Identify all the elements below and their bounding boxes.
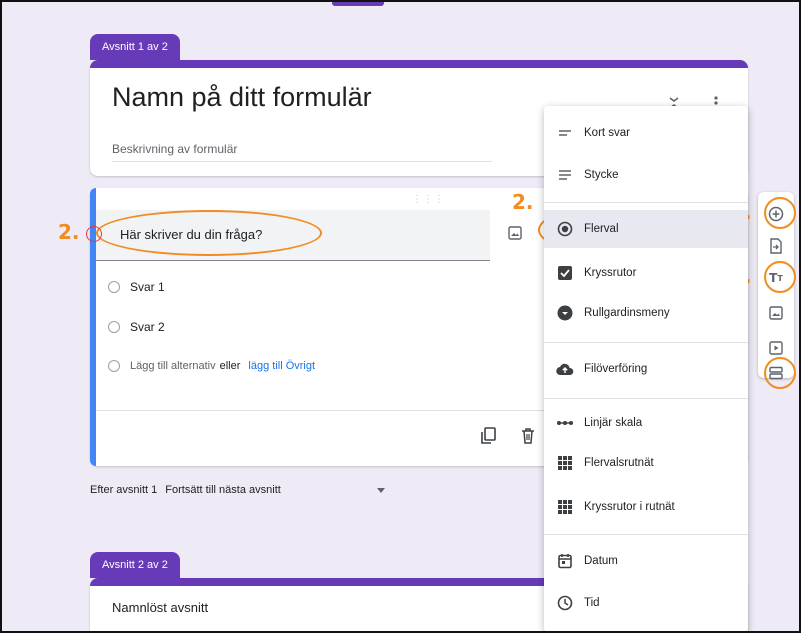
menu-divider <box>544 398 748 399</box>
delete-icon[interactable] <box>518 426 538 446</box>
description-underline <box>112 161 492 162</box>
menu-item-paragraph[interactable]: Stycke <box>544 156 748 194</box>
form-description[interactable]: Beskrivning av formulär <box>112 142 237 156</box>
menu-item-checkboxes[interactable]: Kryssrutor <box>544 254 748 292</box>
menu-divider <box>544 342 748 343</box>
annotation-number: 2. <box>58 220 80 244</box>
menu-item-label: Stycke <box>584 169 619 181</box>
menu-item-dropdown[interactable]: Rullgardinsmeny <box>544 294 748 332</box>
or-text: eller <box>219 360 241 372</box>
add-image-icon[interactable] <box>767 304 785 322</box>
cloud-upload-icon <box>556 360 574 378</box>
menu-item-label: Flerval <box>584 223 619 235</box>
menu-item-label: Datum <box>584 555 618 567</box>
menu-item-label: Kort svar <box>584 127 631 139</box>
section2-title[interactable]: Namnlöst avsnitt <box>112 600 208 615</box>
section-tab: Avsnitt 2 av 2 <box>90 552 180 578</box>
add-option-link[interactable]: Lägg till alternativ <box>130 360 216 372</box>
form-title[interactable]: Namn på ditt formulär <box>112 82 372 113</box>
radio-icon <box>108 321 120 333</box>
short-text-icon <box>556 124 574 142</box>
menu-item-short-answer[interactable]: Kort svar <box>544 114 748 152</box>
menu-divider <box>544 534 748 535</box>
menu-item-time[interactable]: Tid <box>544 584 748 622</box>
menu-item-label: Kryssrutor <box>584 267 637 279</box>
import-questions-icon[interactable] <box>767 237 785 255</box>
add-option-row: Lägg till alternativ eller lägg till Övr… <box>108 360 315 372</box>
menu-item-linear-scale[interactable]: Linjär skala <box>544 404 748 442</box>
dropdown-icon <box>556 304 574 322</box>
menu-item-label: Kryssrutor i rutnät <box>584 501 675 513</box>
header-accent-bar <box>90 60 748 68</box>
linear-scale-icon <box>556 414 574 432</box>
annotation-number: 2. <box>512 190 534 214</box>
radio-button-icon <box>556 220 574 238</box>
menu-item-date[interactable]: Datum <box>544 542 748 580</box>
section-tab: Avsnitt 1 av 2 <box>90 34 180 60</box>
menu-item-file-upload[interactable]: Filöverföring <box>544 350 748 388</box>
option-label[interactable]: Svar 2 <box>130 320 165 334</box>
option-row[interactable]: Svar 1 <box>108 280 165 294</box>
after-section-row[interactable]: Efter avsnitt 1 Fortsätt till nästa avsn… <box>90 484 385 496</box>
after-section-label: Efter avsnitt 1 <box>90 484 158 496</box>
radio-icon <box>108 281 120 293</box>
add-video-icon[interactable] <box>767 339 785 357</box>
clock-icon <box>556 594 574 612</box>
app-frame: Avsnitt 1 av 2 Namn på ditt formulär Bes… <box>0 0 801 633</box>
paragraph-icon <box>556 166 574 184</box>
menu-item-label: Filöverföring <box>584 363 648 375</box>
menu-item-label: Tid <box>584 597 600 609</box>
menu-item-label: Flervalsrutnät <box>584 457 654 469</box>
annotation-ring-add-title <box>764 261 796 293</box>
annotation-ring-add-question <box>764 197 796 229</box>
question-type-menu: Kort svar Stycke Flerval Kryssrutor Rull… <box>544 106 748 631</box>
grid-icon <box>556 454 574 472</box>
grid-icon <box>556 498 574 516</box>
menu-item-checkbox-grid[interactable]: Kryssrutor i rutnät <box>544 488 748 526</box>
top-indicator <box>332 2 384 6</box>
image-icon[interactable] <box>506 224 524 242</box>
calendar-icon <box>556 552 574 570</box>
radio-icon <box>108 360 120 372</box>
after-section-value[interactable]: Fortsätt till nästa avsnitt <box>165 484 281 496</box>
duplicate-icon[interactable] <box>478 426 498 446</box>
checkbox-icon <box>556 264 574 282</box>
menu-item-multiple-choice[interactable]: Flerval <box>544 210 748 248</box>
menu-item-label: Rullgardinsmeny <box>584 307 670 319</box>
option-label[interactable]: Svar 1 <box>130 280 165 294</box>
menu-item-label: Linjär skala <box>584 417 643 429</box>
annotation-ring-add-section <box>764 357 796 389</box>
menu-divider <box>544 202 748 203</box>
add-other-link[interactable]: lägg till Övrigt <box>248 360 315 372</box>
dropdown-arrow-icon[interactable] <box>376 487 385 493</box>
menu-item-multiple-choice-grid[interactable]: Flervalsrutnät <box>544 444 748 482</box>
annotation-ring-radio <box>86 226 102 242</box>
annotation-ring-question-title <box>96 210 322 256</box>
option-row[interactable]: Svar 2 <box>108 320 165 334</box>
drag-handle-icon[interactable]: ⋮⋮⋮ <box>412 194 445 205</box>
